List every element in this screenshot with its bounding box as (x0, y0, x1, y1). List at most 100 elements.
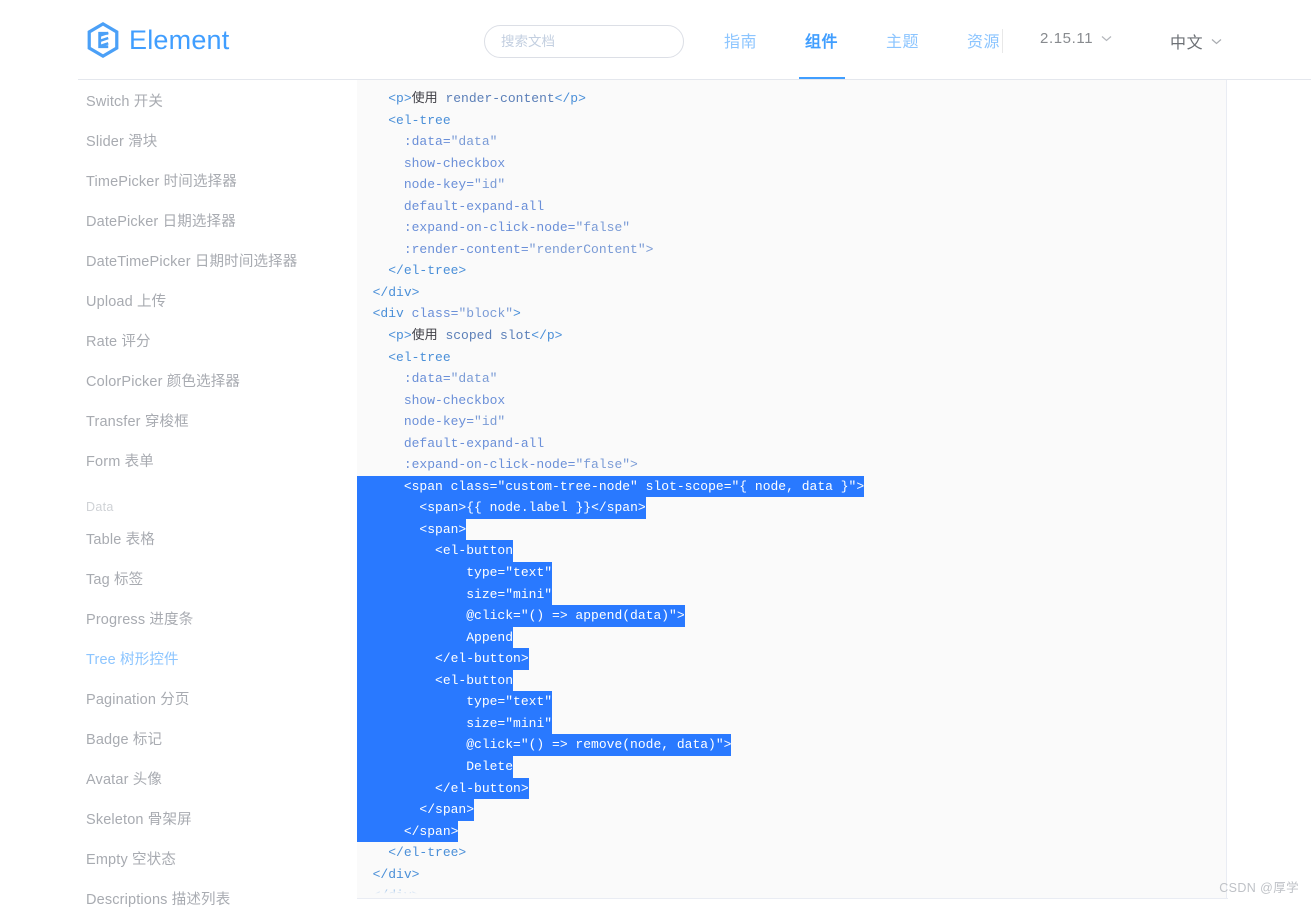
sidebar-item-1[interactable]: Slider 滑块 (78, 120, 357, 160)
element-hexagon-logo-icon (84, 21, 122, 59)
sidebar-item-20[interactable]: Descriptions 描述列表 (78, 878, 357, 910)
code-line-text: <div class="block"> (357, 303, 521, 325)
code-line[interactable]: </span> (357, 820, 1226, 843)
code-line-text: :render-content="renderContent"> (357, 239, 654, 261)
code-line[interactable]: @click="() => append(data)"> (357, 605, 1226, 627)
code-line[interactable]: size="mini" (357, 583, 1226, 606)
code-line[interactable]: type="text" (357, 691, 1226, 713)
code-token-tag: <p> (388, 91, 412, 106)
code-token-pln: render-content (445, 91, 555, 106)
code-token-tag: </div> (372, 866, 420, 882)
code-line[interactable]: </div> (357, 282, 1226, 304)
code-line[interactable]: <el-tree (357, 110, 1226, 132)
search-box[interactable] (484, 25, 684, 58)
sidebar-item-15[interactable]: Pagination 分页 (78, 678, 357, 718)
sidebar-item-4[interactable]: DateTimePicker 日期时间选择器 (78, 240, 357, 280)
sidebar-item-8[interactable]: Transfer 穿梭框 (78, 400, 357, 440)
sidebar-item-2[interactable]: TimePicker 时间选择器 (78, 160, 357, 200)
sidebar-item-17[interactable]: Avatar 头像 (78, 758, 357, 798)
code-line[interactable]: <p>使用 scoped slot</p> (357, 325, 1226, 347)
code-line[interactable]: :expand-on-click-node="false" (357, 217, 1226, 239)
code-line[interactable]: <el-button (357, 540, 1226, 563)
brand-logo[interactable]: Element (84, 21, 229, 59)
sidebar-item-7[interactable]: ColorPicker 颜色选择器 (78, 360, 357, 400)
code-token-attr: slot-scope= (637, 478, 732, 494)
code-line-text: </div> (357, 864, 420, 886)
code-block[interactable]: <p>使用 render-content</p> <el-tree :data=… (357, 80, 1226, 898)
code-token-val: "() => append(data)" (520, 608, 677, 624)
nav-item-1[interactable]: 组件 (781, 0, 862, 80)
code-token-tag: <el-tree (388, 112, 451, 128)
sidebar-item-label: DatePicker 日期选择器 (86, 213, 236, 230)
code-token-tag: > (723, 737, 732, 753)
code-line[interactable]: <el-tree (357, 347, 1226, 369)
code-line[interactable]: </div> (357, 885, 1226, 898)
code-example-panel[interactable]: <p>使用 render-content</p> <el-tree :data=… (357, 80, 1227, 898)
code-line[interactable]: show-checkbox (357, 153, 1226, 175)
code-line[interactable]: </el-button> (357, 648, 1226, 670)
code-line[interactable]: size="mini" (357, 712, 1226, 735)
code-line[interactable]: default-expand-all (357, 196, 1226, 218)
code-line-text: show-checkbox (357, 390, 505, 412)
code-line[interactable]: @click="() => remove(node, data)"> (357, 734, 1226, 756)
sidebar-item-11[interactable]: Table 表格 (78, 518, 357, 558)
sidebar-item-18[interactable]: Skeleton 骨架屏 (78, 798, 357, 838)
code-line-text: type="text" (357, 562, 553, 584)
sidebar-item-6[interactable]: Rate 评分 (78, 320, 357, 360)
code-token-attr: default-expand-all (403, 198, 545, 214)
code-line-text: :data="data" (357, 131, 498, 153)
sidebar-item-3[interactable]: DatePicker 日期选择器 (78, 200, 357, 240)
code-line[interactable]: <span>{{ node.label }}</span> (357, 497, 1226, 519)
code-line-text: </el-button> (357, 648, 529, 670)
code-line[interactable]: </div> (357, 864, 1226, 886)
code-line[interactable]: <el-button (357, 669, 1226, 692)
code-line[interactable]: <span class="custom-tree-node" slot-scop… (357, 475, 1226, 498)
code-line[interactable]: <p>使用 render-content</p> (357, 88, 1226, 110)
code-line[interactable]: node-key="id" (357, 411, 1226, 433)
code-line[interactable]: </span> (357, 799, 1226, 821)
sidebar-item-19[interactable]: Empty 空状态 (78, 838, 357, 878)
version-select[interactable]: 2.15.11 (1040, 30, 1112, 47)
code-token-pln: Delete (466, 758, 514, 774)
sidebar-item-5[interactable]: Upload 上传 (78, 280, 357, 320)
code-line[interactable]: :data="data" (357, 368, 1226, 390)
code-line[interactable]: node-key="id" (357, 174, 1226, 196)
code-line[interactable]: <div class="block"> (357, 303, 1226, 325)
code-token-val: "mini" (505, 586, 553, 602)
sidebar-item-14[interactable]: Tree 树形控件 (78, 638, 357, 678)
code-line[interactable]: :data="data" (357, 131, 1226, 153)
code-line[interactable]: </el-tree> (357, 260, 1226, 282)
code-token-attr: :data= (403, 371, 451, 387)
code-token-attr: @click= (466, 608, 521, 624)
nav-item-3[interactable]: 资源 (943, 0, 1024, 80)
sidebar-item-label: Avatar 头像 (86, 771, 163, 788)
code-line[interactable]: type="text" (357, 562, 1226, 584)
code-line[interactable]: <span> (357, 518, 1226, 541)
code-line[interactable]: </el-tree> (357, 842, 1226, 864)
code-line[interactable]: Delete (357, 755, 1226, 778)
nav-item-2[interactable]: 主题 (862, 0, 943, 80)
code-line[interactable]: :render-content="renderContent"> (357, 239, 1226, 261)
search-input[interactable] (501, 34, 667, 49)
code-token-attr: node-key= (403, 177, 475, 193)
code-line[interactable]: </el-button> (357, 777, 1226, 800)
sidebar-item-13[interactable]: Progress 进度条 (78, 598, 357, 638)
code-line-text: :data="data" (357, 368, 498, 390)
code-line-text: <p>使用 render-content</p> (357, 88, 586, 110)
code-line-text: <span>{{ node.label }}</span> (357, 497, 646, 519)
language-select[interactable]: 中文 (1170, 29, 1222, 53)
element-ui-docs-page: Element 指南 组件 主题 资源 2.15.11 中文 Switch 开关 Sli… (0, 0, 1311, 910)
sidebar-item-9[interactable]: Form 表单 (78, 440, 357, 480)
code-line[interactable]: :expand-on-click-node="false"> (357, 454, 1226, 476)
component-sidebar[interactable]: Switch 开关 Slider 滑块 TimePicker 时间选择器 DatePi… (78, 80, 357, 910)
sidebar-item-label: Switch 开关 (86, 93, 164, 110)
code-line[interactable]: default-expand-all (357, 433, 1226, 455)
sidebar-item-0[interactable]: Switch 开关 (78, 80, 357, 120)
code-token-val: "false" (575, 220, 631, 236)
sidebar-item-16[interactable]: Badge 标记 (78, 718, 357, 758)
code-line[interactable]: Append (357, 626, 1226, 649)
code-line[interactable]: show-checkbox (357, 390, 1226, 412)
sidebar-item-12[interactable]: Tag 标签 (78, 558, 357, 598)
code-line-text: @click="() => append(data)"> (357, 605, 685, 627)
nav-item-0[interactable]: 指南 (700, 0, 781, 80)
